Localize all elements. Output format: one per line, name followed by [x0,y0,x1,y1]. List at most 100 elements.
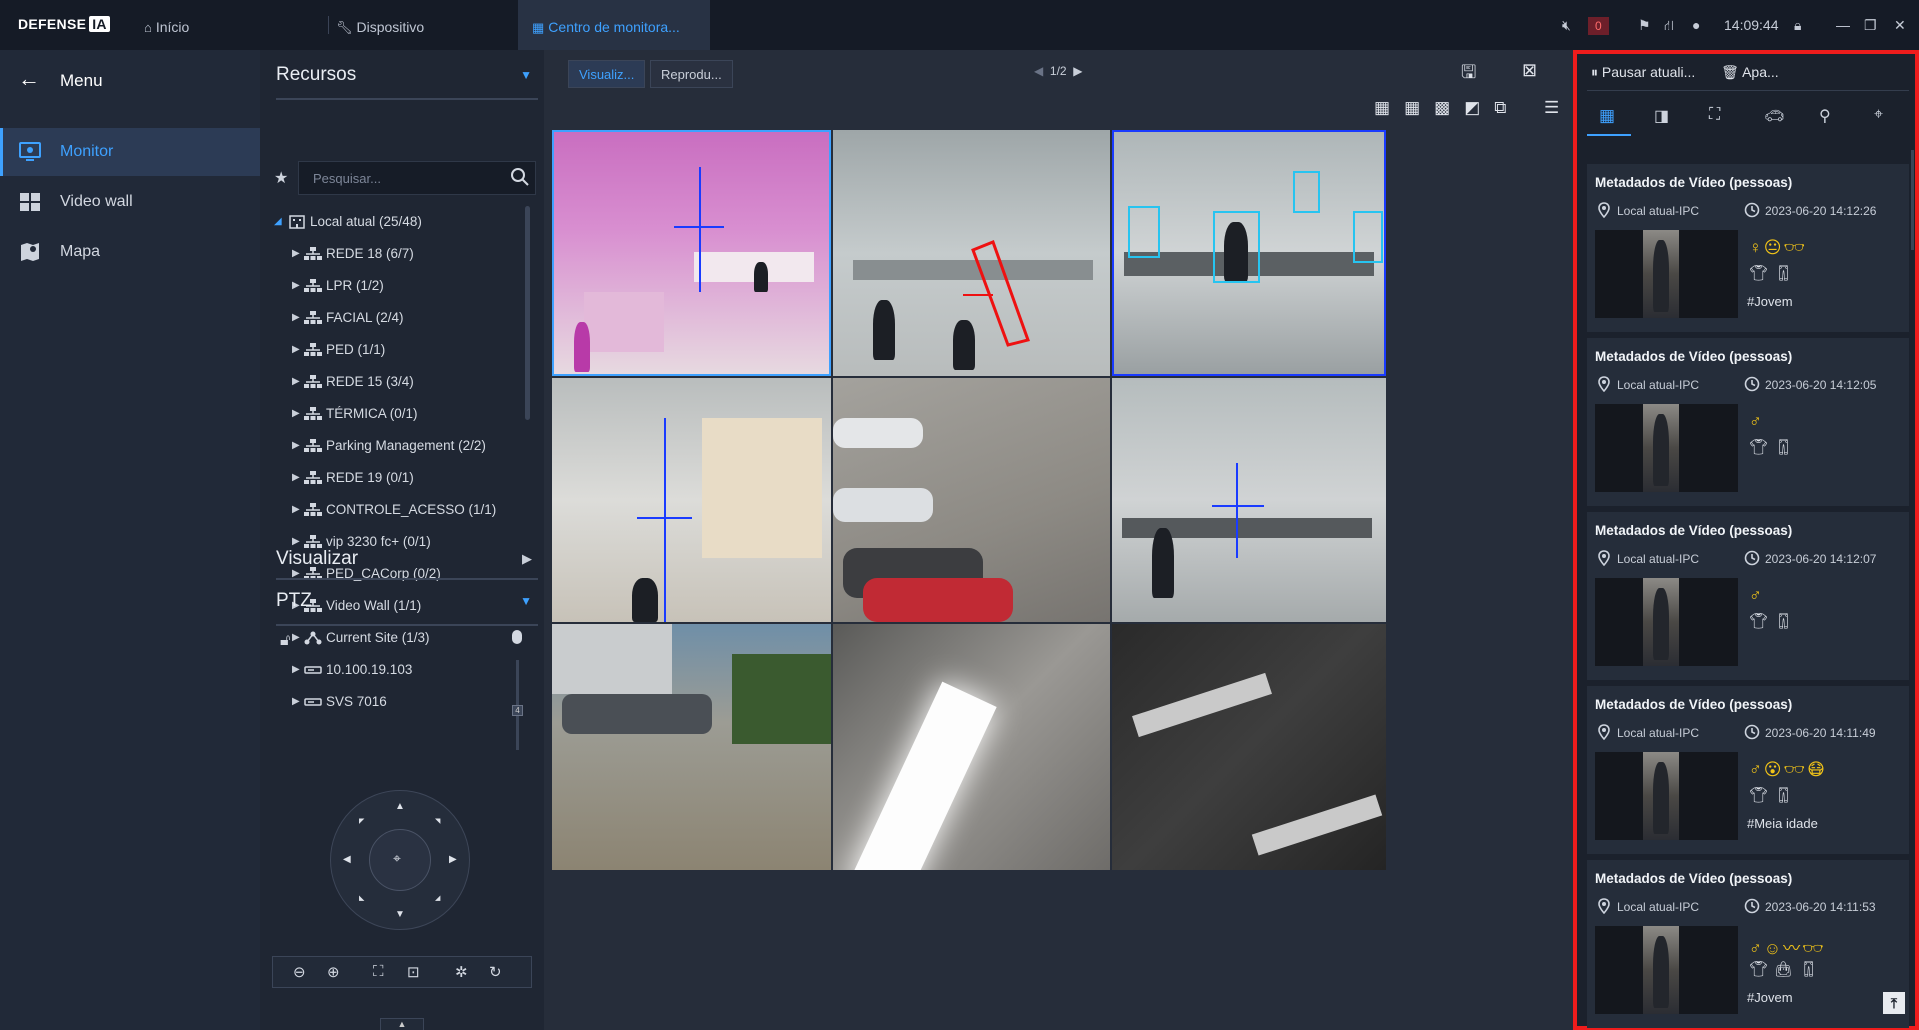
auto-focus-icon[interactable]: ↻ [489,963,502,981]
tree-item[interactable]: ▶ LPR (1/2) [274,270,528,302]
nav-item-video-wall[interactable]: Video wall [0,178,260,226]
video-tile-6[interactable] [1112,378,1386,622]
filter-nonmotor-icon[interactable]: ⚲ [1819,106,1841,128]
tree-item[interactable]: ▶ Parking Management (2/2) [274,430,528,462]
focus-near-icon[interactable]: ⊡ [407,963,420,981]
search-icon[interactable] [510,167,530,187]
ptz-left-arrow-icon[interactable]: ◀ [343,854,351,865]
zoom-in-icon[interactable]: ⊕ [327,963,340,981]
custom-layout-icon[interactable]: ◩ [1464,98,1494,117]
expand-caret-icon[interactable]: ▶ [292,654,300,686]
expand-caret-icon[interactable]: ▶ [292,398,300,430]
tab-dispositivo[interactable]: 🔧︎ Dispositivo [322,0,512,50]
filter-body-icon[interactable]: ⛶ [1709,106,1731,128]
unlock-icon[interactable]: 🔓︎ [280,632,290,650]
event-card[interactable]: Metadados de Vídeo (pessoas) Local atual-… [1587,338,1909,506]
layout-9-icon[interactable]: ▦ [1404,98,1434,117]
pause-refresh-button[interactable]: ⏸︎ Pausar atuali... [1591,64,1695,80]
tree-scrollbar[interactable] [525,206,530,420]
scroll-to-top-icon[interactable]: ⤒ [1883,992,1905,1014]
user-icon[interactable]: ● [1692,14,1700,36]
tab-live-view[interactable]: Visualiz... [568,60,646,88]
zoom-out-icon[interactable]: ⊖ [293,963,306,981]
alarm-count-badge[interactable]: 0 [1588,14,1609,36]
ptz-downleft-arrow-icon[interactable]: ◣ [359,894,364,902]
person-snapshot[interactable] [1595,230,1738,318]
expand-caret-icon[interactable]: ▶ [292,238,300,270]
favorite-star-icon[interactable]: ★ [274,168,288,188]
person-snapshot[interactable] [1595,752,1738,840]
mute-icon[interactable]: 🔇︎ [1562,14,1571,36]
video-tile-9[interactable] [1112,624,1386,870]
fullscreen-icon[interactable]: ⧉ [1494,98,1520,117]
video-tile-2[interactable] [833,130,1110,376]
tree-item[interactable]: ▶ REDE 19 (0/1) [274,462,528,494]
expand-caret-icon[interactable]: ▶ [292,366,300,398]
layout-4-icon[interactable]: ▦ [1374,98,1404,117]
ptz-upright-arrow-icon[interactable]: ◥ [435,817,440,825]
filter-vehicle-icon[interactable]: 🚗︎ [1764,106,1786,128]
video-tile-5[interactable] [833,378,1110,622]
event-card[interactable]: Metadados de Vídeo (pessoas) Local atual-… [1587,164,1909,332]
person-snapshot[interactable] [1595,926,1738,1014]
expand-caret-icon[interactable]: ▶ [292,270,300,302]
menu-header[interactable]: ← Menu [18,66,103,92]
minimize-icon[interactable]: — [1836,14,1850,36]
expand-caret-icon[interactable]: ▶ [292,462,300,494]
expand-caret-icon[interactable]: ▶ [292,622,300,654]
layout-16-icon[interactable]: ▩ [1434,98,1464,117]
tab-playback[interactable]: Reprodu... [650,60,733,88]
alarm-icon[interactable]: ⚑ [1638,14,1651,36]
search-input[interactable] [298,161,536,195]
tree-item[interactable]: ▶ 10.100.19.103 [274,654,528,686]
video-tile-4[interactable] [552,378,831,622]
close-icon[interactable]: ✕ [1894,14,1906,36]
ptz-upleft-arrow-icon[interactable]: ◤ [359,817,364,825]
speed-slider-thumb[interactable]: 4 [512,705,523,716]
event-card[interactable]: Metadados de Vídeo (pessoas) Local atual-… [1587,512,1909,680]
expand-caret-icon[interactable]: ▶ [292,494,300,526]
expand-caret-icon[interactable]: ▶ [292,334,300,366]
tree-item[interactable]: ▶ Current Site (1/3) [274,622,528,654]
speed-knob-icon[interactable] [512,630,522,644]
expand-caret-icon[interactable]: ▶ [292,430,300,462]
tree-item[interactable]: ▶ FACIAL (2/4) [274,302,528,334]
video-tile-7[interactable] [552,624,831,870]
tree-item[interactable]: ▶ REDE 15 (3/4) [274,366,528,398]
visualizar-section-header[interactable]: Visualizar ▶ [276,548,538,570]
tree-item[interactable]: ▶ SVS 7016 [274,686,528,718]
ptz-up-arrow-icon[interactable]: ▲ [395,801,405,812]
next-page-icon[interactable]: ▶ [1073,64,1082,78]
expand-caret-icon[interactable]: ▶ [292,686,300,718]
event-card[interactable]: Metadados de Vídeo (pessoas) Local atual-… [1587,686,1909,854]
prev-page-icon[interactable]: ◀ [1034,64,1043,78]
iris-icon[interactable]: ✲ [455,963,468,981]
clear-button[interactable]: 🗑︎ Apa... [1721,64,1779,80]
expand-caret-icon[interactable]: ◢ [274,206,282,238]
lock-icon[interactable]: 🔒︎ [1794,14,1801,36]
filter-face-icon[interactable]: ◨ [1654,106,1676,128]
filter-target-icon[interactable]: ⌖ [1874,106,1896,128]
ptz-section-header[interactable]: PTZ ▼ [276,590,538,612]
event-list-scrollbar[interactable] [1911,150,1914,250]
close-all-icon[interactable]: ⊠ [1522,60,1537,81]
focus-far-icon[interactable]: ⛶ [373,963,384,980]
tree-root[interactable]: ◢ Local atual (25/48) [274,206,528,238]
event-card[interactable]: Metadados de Vídeo (pessoas) Local atual-… [1587,860,1909,1028]
list-menu-icon[interactable]: ☰ [1544,98,1559,118]
ptz-down-arrow-icon[interactable]: ▼ [395,909,405,920]
video-tile-3[interactable] [1112,130,1386,376]
ptz-direction-pad[interactable]: ⌖ ▲ ▼ ◀ ▶ ◤ ◥ ◣ ◢ [330,790,470,930]
person-snapshot[interactable] [1595,578,1738,666]
resources-section-header[interactable]: Recursos ▼ [276,64,538,86]
nav-item-monitor[interactable]: Monitor [0,128,260,176]
video-tile-1[interactable] [552,130,831,376]
tree-item[interactable]: ▶ REDE 18 (6/7) [274,238,528,270]
restore-icon[interactable]: ❐ [1864,14,1877,36]
tree-item[interactable]: ▶ TÉRMICA (0/1) [274,398,528,430]
filter-all-icon[interactable]: ▦ [1599,106,1621,128]
tab-centro-monitoramento[interactable]: ▦ Centro de monitora... [518,0,710,50]
save-layout-icon[interactable]: 🖫︎ [1461,60,1476,90]
tree-item[interactable]: ▶ PED (1/1) [274,334,528,366]
nav-item-mapa[interactable]: Mapa [0,228,260,276]
